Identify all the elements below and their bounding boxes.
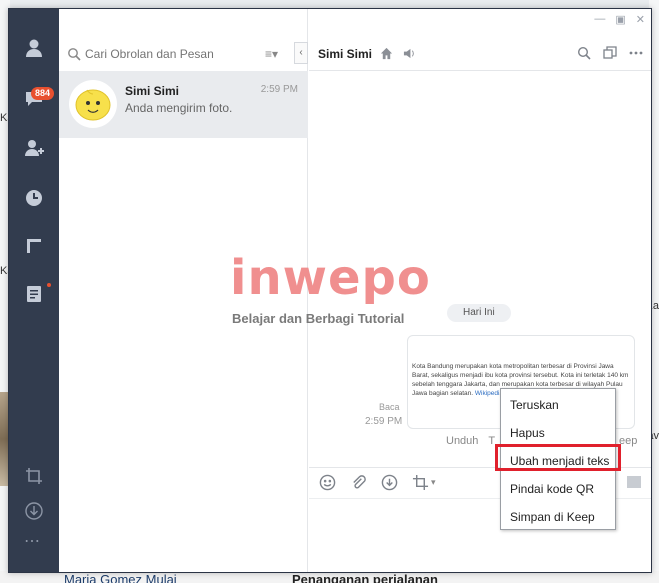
collapse-list-button[interactable]: ‹: [294, 42, 308, 64]
watermark-logo: inwepo: [230, 250, 431, 306]
search-input[interactable]: [85, 47, 265, 61]
menu-item-scan-qr[interactable]: Pindai kode QR: [501, 475, 615, 503]
maximize-icon[interactable]: ▣: [615, 13, 625, 26]
news-icon[interactable]: [23, 235, 45, 257]
send-icon[interactable]: [627, 476, 641, 488]
notification-dot: [47, 283, 51, 287]
chat-list-item[interactable]: Simi Simi Anda mengirim foto. 2:59 PM: [59, 71, 308, 138]
keep-action-partial[interactable]: eep: [619, 435, 637, 447]
unread-badge: 884: [31, 87, 55, 100]
emoji-icon[interactable]: [319, 474, 336, 491]
close-icon[interactable]: ✕: [636, 13, 645, 26]
list-sort-menu-icon[interactable]: ≡▾: [265, 47, 278, 61]
window-controls: — ▣ ✕: [594, 13, 645, 26]
search-icon[interactable]: [577, 46, 591, 60]
background-heading: Penanganan perjalanan: [292, 572, 438, 583]
crop-icon[interactable]: [23, 465, 45, 487]
download-action[interactable]: Unduh: [446, 435, 478, 447]
background-link: Maria Gomez Mulai: [64, 572, 177, 583]
speaker-icon[interactable]: [403, 47, 416, 60]
keep-save-icon[interactable]: [381, 474, 398, 491]
watermark-tagline: Belajar dan Berbagi Tutorial: [232, 311, 405, 326]
message-time: 2:59 PM: [365, 416, 403, 427]
attach-icon[interactable]: [350, 474, 367, 491]
keep-note-icon[interactable]: [23, 283, 45, 305]
chat-preview: Anda mengirim foto.: [125, 101, 233, 115]
chevron-down-icon[interactable]: ▾: [431, 477, 436, 488]
timeline-clock-icon[interactable]: [23, 187, 45, 209]
chat-time: 2:59 PM: [260, 84, 298, 95]
minimize-icon[interactable]: —: [594, 13, 605, 26]
message-link[interactable]: Wikipedia: [475, 390, 503, 397]
highlight-box: [495, 444, 621, 471]
menu-item-delete[interactable]: Hapus: [501, 419, 615, 447]
chat-header: Simi Simi: [309, 37, 651, 71]
home-icon[interactable]: [380, 47, 393, 60]
chat-name: Simi Simi: [125, 84, 180, 98]
windows-icon[interactable]: [603, 46, 617, 60]
background-photo: [0, 392, 8, 486]
chat-title: Simi Simi: [318, 46, 373, 61]
more-icon[interactable]: ⋯: [24, 531, 41, 551]
avatar: [69, 80, 117, 128]
profile-icon[interactable]: [23, 37, 45, 59]
date-separator: Hari Ini: [447, 304, 511, 322]
menu-item-save-keep[interactable]: Simpan di Keep: [501, 503, 615, 531]
more-options-icon[interactable]: [629, 46, 643, 60]
sidebar: 884 ⋯: [9, 9, 59, 572]
search-icon: [68, 48, 81, 61]
download-icon[interactable]: [23, 500, 45, 522]
menu-item-forward[interactable]: Teruskan: [501, 391, 615, 419]
read-status: Baca: [379, 402, 400, 412]
simsimi-avatar-icon: [75, 89, 111, 121]
screenshot-crop-icon[interactable]: [412, 474, 429, 491]
add-friend-icon[interactable]: [23, 137, 45, 159]
